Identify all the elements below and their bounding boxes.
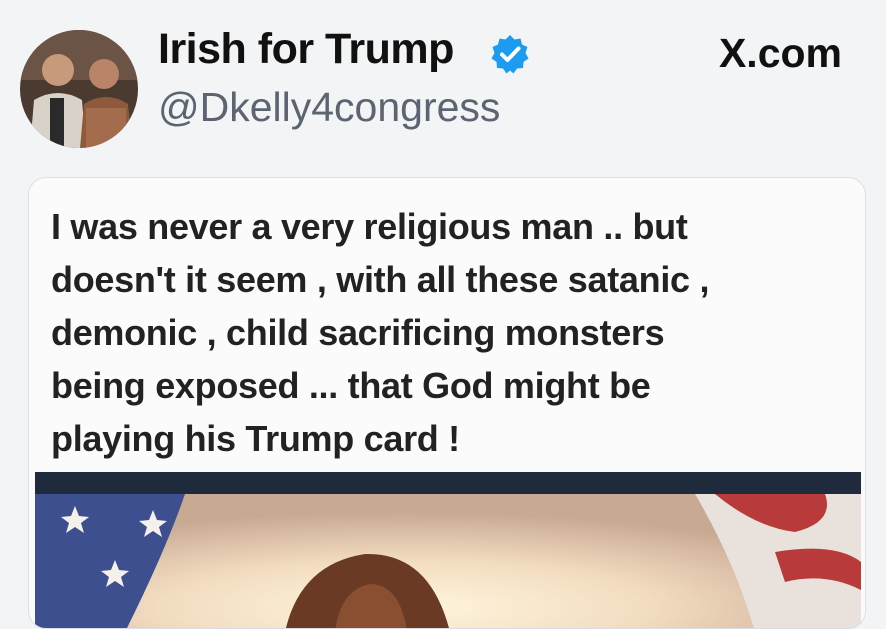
post-text-line: playing his Trump card ! bbox=[51, 418, 460, 459]
display-name[interactable]: Irish for Trump bbox=[158, 25, 454, 74]
post-text-line: doesn't it seem , with all these satanic… bbox=[51, 259, 710, 300]
post-image[interactable] bbox=[35, 472, 861, 628]
profile-avatar[interactable] bbox=[20, 30, 138, 148]
user-handle[interactable]: @Dkelly4congress bbox=[158, 84, 500, 131]
x-brand-logo: X.com bbox=[718, 30, 842, 76]
verified-badge-icon bbox=[489, 33, 531, 75]
post-text-line: demonic , child sacrificing monsters bbox=[51, 312, 665, 353]
avatar-photo bbox=[20, 30, 138, 148]
quoted-post-card[interactable]: I was never a very religious man .. but … bbox=[28, 177, 866, 629]
post-text-line: I was never a very religious man .. but bbox=[51, 206, 688, 247]
post-text-line: being exposed ... that God might be bbox=[51, 365, 651, 406]
post-text: I was never a very religious man .. but … bbox=[51, 200, 851, 465]
